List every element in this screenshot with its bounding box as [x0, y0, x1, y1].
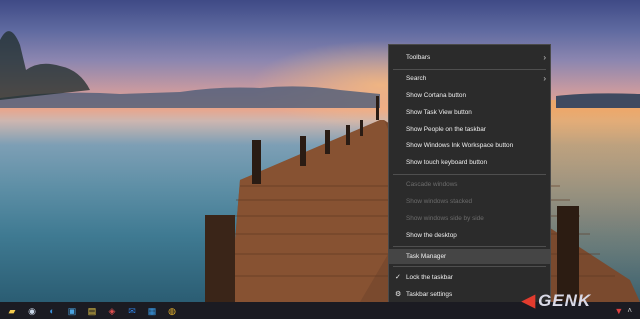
menu-item-show-task-view[interactable]: Show Task View button — [389, 105, 550, 120]
chrome-icon[interactable]: ◍ — [164, 305, 180, 317]
windows-icon[interactable]: ▦ — [144, 305, 160, 317]
taskbar-context-menu: Toolbars › Search › Show Cortana button … — [388, 44, 551, 304]
menu-item-search[interactable]: Search › — [389, 71, 550, 86]
menu-item-show-side-by-side: Show windows side by side — [406, 215, 484, 222]
edge-icon[interactable]: ◐ — [44, 305, 60, 317]
menu-item-show-cortana[interactable]: Show Cortana button — [389, 88, 550, 103]
menu-item-task-manager[interactable]: Task Manager — [389, 249, 550, 264]
chevron-up-icon[interactable]: ˄ — [627, 306, 632, 315]
system-tray: ▼ ˄ — [614, 302, 632, 319]
gear-icon: ⚙ — [395, 291, 402, 298]
genk-watermark: ◀ GENK — [522, 291, 592, 310]
folder-icon[interactable]: ▰ — [4, 305, 20, 317]
mail-icon[interactable]: ✉ — [124, 305, 140, 317]
menu-item-show-ink-workspace[interactable]: Show Windows Ink Workspace button — [389, 138, 550, 153]
menu-item-cascade-windows: Cascade windows — [406, 181, 458, 188]
chevron-right-icon: › — [543, 74, 546, 83]
steam-icon[interactable]: ◉ — [24, 305, 40, 317]
store-icon[interactable]: ▣ — [64, 305, 80, 317]
menu-item-lock-taskbar[interactable]: ✓ Lock the taskbar — [389, 270, 550, 285]
chevron-right-icon: › — [543, 53, 546, 62]
menu-separator — [393, 246, 546, 247]
menu-separator — [393, 266, 546, 267]
menu-item-show-desktop[interactable]: Show the desktop — [389, 228, 550, 243]
menu-item-show-people[interactable]: Show People on the taskbar — [389, 122, 550, 137]
menu-separator — [393, 174, 546, 175]
notes-icon[interactable]: ▤ — [84, 305, 100, 317]
shield-icon[interactable]: ▼ — [614, 306, 623, 316]
menu-item-show-windows-stacked: Show windows stacked — [406, 198, 473, 205]
genk-logo-mark: ◀ — [522, 291, 537, 310]
paint-icon[interactable]: ◈ — [104, 305, 120, 317]
menu-separator — [393, 69, 546, 70]
checkmark-icon: ✓ — [395, 274, 401, 281]
menu-item-show-touch-keyboard[interactable]: Show touch keyboard button — [389, 155, 550, 170]
menu-item-toolbars[interactable]: Toolbars › — [389, 50, 550, 65]
